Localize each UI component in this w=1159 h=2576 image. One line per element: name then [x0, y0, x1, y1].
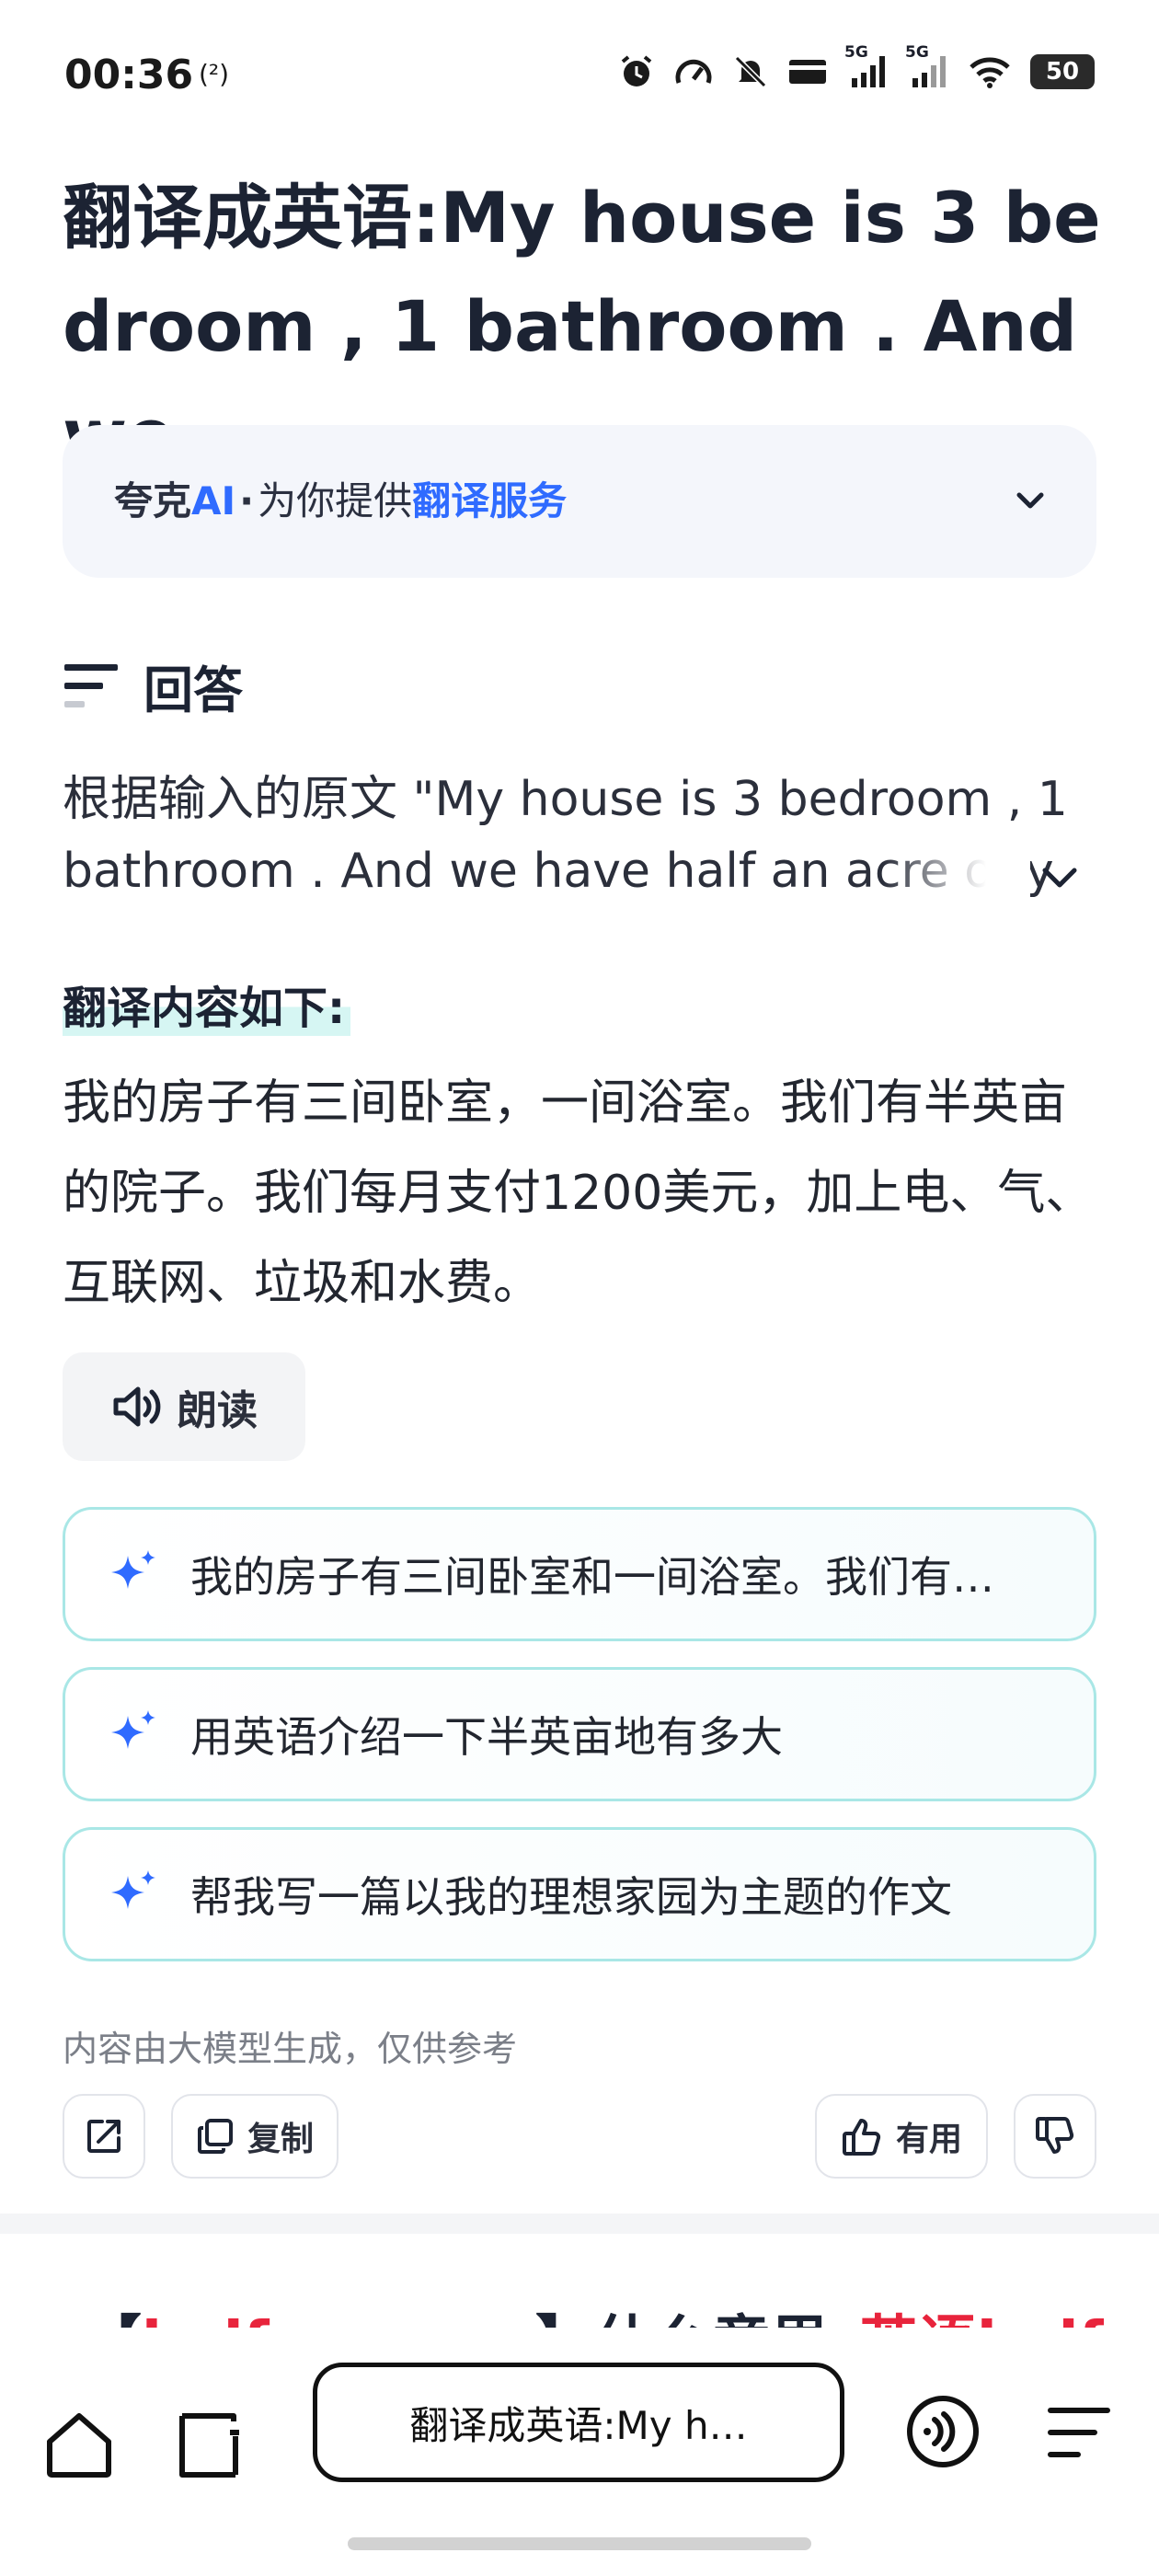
- suggestion-item[interactable]: 我的房子有三间卧室和一间浴室。我们有…: [63, 1507, 1096, 1641]
- translation-label: 翻译内容如下:: [63, 972, 351, 1036]
- chevron-down-icon[interactable]: [1010, 480, 1050, 521]
- ai-disclaimer: 内容由大模型生成，仅供参考: [63, 2029, 518, 2069]
- bottom-nav: 翻译成英语:My h…: [0, 2328, 1159, 2576]
- service-name: 翻译服务: [412, 478, 568, 523]
- thumbs-up-icon: [842, 2119, 881, 2156]
- share-icon: [87, 2120, 120, 2153]
- battery-indicator: 50: [1030, 54, 1095, 89]
- dislike-button[interactable]: [1014, 2094, 1096, 2179]
- suggestion-item[interactable]: 帮我写一篇以我的理想家园为主题的作文: [63, 1827, 1096, 1961]
- read-aloud-button[interactable]: 朗读: [63, 1352, 305, 1461]
- speed-icon: [675, 59, 712, 84]
- signal-1: 5G: [844, 43, 889, 89]
- voice-icon[interactable]: [903, 2392, 982, 2471]
- menu-icon[interactable]: [1045, 2401, 1113, 2466]
- suggestion-text: 帮我写一篇以我的理想家园为主题的作文: [190, 1872, 952, 1922]
- brand-ai: AI: [191, 478, 236, 523]
- brand-name: 夸克: [114, 478, 192, 523]
- source-text: 夸克AI·为你提供翻译服务: [114, 475, 567, 528]
- sparkle-icon: [111, 1710, 155, 1749]
- next-result-heading[interactable]: 【half an acre】什么意思_英语half a: [83, 2289, 1104, 2328]
- copy-icon: [197, 2119, 233, 2154]
- heading-tail: 英语half a: [859, 2310, 1104, 2328]
- tabs-icon[interactable]: [175, 2409, 252, 2482]
- expand-chevron-icon[interactable]: [1034, 852, 1085, 903]
- sparkle-icon: [111, 1550, 155, 1589]
- term: half an acre: [142, 2310, 535, 2328]
- suggestion-item[interactable]: 用英语介绍一下半英亩地有多大: [63, 1667, 1096, 1801]
- useful-label: 有用: [895, 2121, 962, 2158]
- preview-fade: [883, 837, 1030, 911]
- translation-text: 我的房子有三间卧室，一间浴室。我们有半英亩的院子。我们每月支付1200美元，加上…: [63, 1075, 1094, 1311]
- home-indicator[interactable]: [348, 2537, 811, 2550]
- separator-dot: ·: [239, 478, 255, 523]
- section-divider: [0, 2214, 1159, 2234]
- alarm-icon: [621, 55, 652, 86]
- card-icon: [789, 60, 826, 84]
- search-box[interactable]: 翻译成英语:My h…: [313, 2363, 844, 2482]
- speaker-icon: [113, 1386, 161, 1427]
- mute-bell-icon: [734, 55, 767, 88]
- bracket-open: 【: [83, 2310, 142, 2328]
- provide-text: 为你提供: [258, 478, 413, 523]
- suggestion-text: 用英语介绍一下半英亩地有多大: [190, 1712, 783, 1762]
- copy-button[interactable]: 复制: [171, 2094, 339, 2179]
- bracket-close: 】什么意思_: [535, 2310, 859, 2328]
- nfc-icon: (²): [199, 59, 230, 89]
- read-aloud-label: 朗读: [177, 1387, 258, 1434]
- answer-lines-icon: [64, 664, 118, 707]
- answer-heading: 回答: [143, 661, 243, 719]
- signal-2: 5G: [905, 43, 949, 89]
- search-text: 翻译成英语:My h…: [409, 2402, 748, 2448]
- useful-button[interactable]: 有用: [815, 2094, 988, 2179]
- share-button[interactable]: [63, 2094, 145, 2179]
- answer-header: 回答: [63, 653, 243, 719]
- status-bar: 00:36 (²) 5G 5G 50: [0, 0, 1159, 156]
- status-icons: 5G 5G 50: [618, 43, 1095, 90]
- copy-label: 复制: [247, 2121, 314, 2158]
- home-icon[interactable]: [42, 2409, 116, 2482]
- suggestion-text: 我的房子有三间卧室和一间浴室。我们有…: [190, 1552, 994, 1602]
- source-card[interactable]: 夸克AI·为你提供翻译服务: [63, 425, 1096, 578]
- sparkle-icon: [111, 1870, 155, 1909]
- wifi-icon: [970, 57, 1010, 88]
- status-time: 00:36: [64, 52, 194, 98]
- thumbs-down-icon: [1036, 2117, 1074, 2154]
